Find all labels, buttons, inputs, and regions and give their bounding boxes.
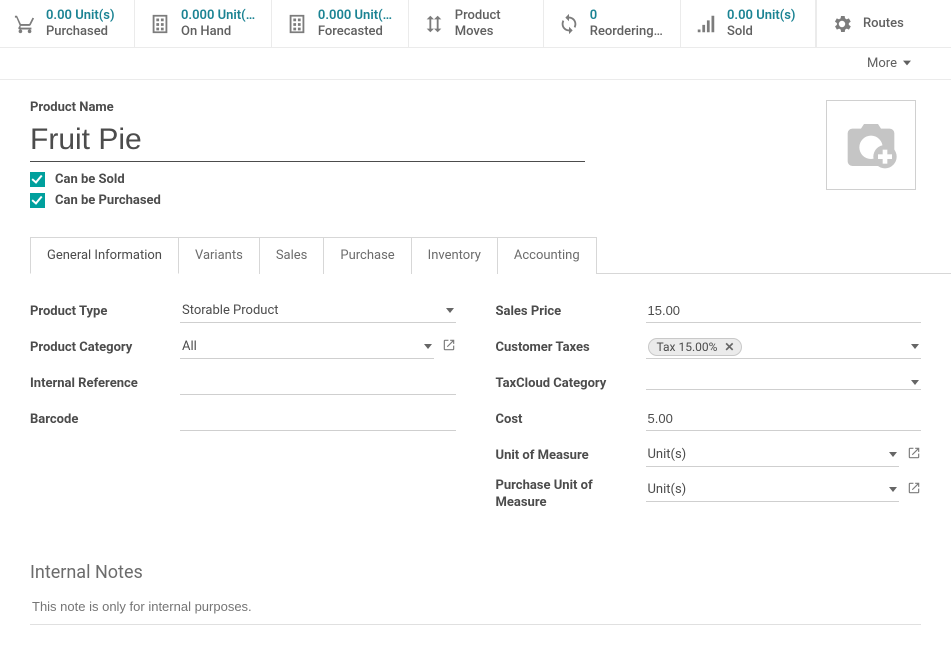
product-type-select[interactable]: Storable Product [180,299,456,323]
barcode-input[interactable] [180,407,456,431]
uom-external-link[interactable] [907,446,921,464]
signal-icon [695,13,717,35]
chevron-down-icon [446,308,454,313]
can-be-purchased-checkbox[interactable] [30,193,45,208]
camera-plus-icon [843,117,899,173]
uom-select[interactable]: Unit(s) [646,443,900,467]
stat-moves-label1: Product [455,8,501,24]
stat-reorder-label: Reordering … [590,24,666,40]
product-name-input[interactable] [30,117,585,162]
purchase-uom-select[interactable]: Unit(s) [646,478,900,502]
gears-icon [831,13,853,35]
chevron-down-icon [911,344,919,349]
cart-icon [14,13,36,35]
external-link-icon [907,446,921,460]
product-category-label: Product Category [30,340,180,355]
building-icon [286,13,308,35]
chevron-down-icon [424,344,432,349]
stat-sold-label: Sold [727,24,796,40]
stat-bar: 0.00 Unit(s) Purchased 0.000 Unit(s) On … [0,0,951,48]
product-type-label: Product Type [30,304,180,319]
product-category-external-link[interactable] [442,338,456,356]
internal-notes-title: Internal Notes [30,562,921,583]
taxcloud-category-label: TaxCloud Category [496,376,646,391]
stat-forecasted[interactable]: 0.000 Unit(s) Forecasted [272,0,409,47]
stat-on-hand[interactable]: 0.000 Unit(s) On Hand [135,0,272,47]
purchase-uom-label: Purchase Unit of Measure [496,478,646,512]
customer-tax-tag-label: Tax 15.00% [657,340,718,354]
product-sheet: Product Name Can be Sold Can be Purchase… [0,80,951,655]
purchase-uom-external-link[interactable] [907,481,921,499]
stat-reordering[interactable]: 0 Reordering … [544,0,681,47]
more-label: More [867,56,897,71]
general-information-form: Product Type Storable Product Product Ca… [30,298,921,522]
purchase-uom-value: Unit(s) [648,482,687,497]
tab-purchase[interactable]: Purchase [324,237,411,274]
product-category-select[interactable]: All [180,335,434,359]
stat-onhand-value: 0.000 Unit(s) [181,8,257,24]
stat-moves-label2: Moves [455,24,501,40]
chevron-down-icon [889,452,897,457]
tab-accounting[interactable]: Accounting [498,237,597,274]
stat-bar-more-row: More [0,48,951,80]
internal-reference-input[interactable] [180,371,456,395]
taxcloud-category-select[interactable] [646,376,922,390]
customer-taxes-label: Customer Taxes [496,340,646,355]
uom-label: Unit of Measure [496,448,646,463]
tab-sales[interactable]: Sales [260,237,325,274]
customer-taxes-select[interactable]: Tax 15.00% ✕ [646,336,922,359]
chevron-down-icon [911,380,919,385]
product-category-value: All [182,339,197,354]
internal-notes-input[interactable] [30,593,921,625]
can-be-sold-checkbox[interactable] [30,172,45,187]
stat-forecast-value: 0.000 Unit(s) [318,8,394,24]
refresh-icon [558,13,580,35]
form-col-right: Sales Price Customer Taxes Tax 15.00% ✕ [496,298,922,522]
cost-input[interactable] [646,407,922,431]
stat-sold-value: 0.00 Unit(s) [727,8,796,24]
stat-sold[interactable]: 0.00 Unit(s) Sold [681,0,816,47]
building-icon [149,13,171,35]
stat-purchased-value: 0.00 Unit(s) [46,8,115,24]
stat-reorder-value: 0 [590,8,666,24]
internal-reference-label: Internal Reference [30,376,180,391]
sales-price-input[interactable] [646,299,922,323]
stat-purchased[interactable]: 0.00 Unit(s) Purchased [0,0,135,47]
stat-product-moves[interactable]: Product Moves [409,0,544,47]
tab-general-information[interactable]: General Information [30,237,179,274]
barcode-label: Barcode [30,412,180,427]
customer-tax-tag[interactable]: Tax 15.00% ✕ [648,338,743,356]
tab-variants[interactable]: Variants [179,237,260,274]
sales-price-label: Sales Price [496,304,646,319]
chevron-down-icon [889,487,897,492]
stat-routes-label: Routes [863,16,904,32]
chevron-down-icon [903,56,911,71]
uom-value: Unit(s) [648,447,687,462]
external-link-icon [442,338,456,352]
can-be-purchased-label: Can be Purchased [55,193,161,208]
remove-tag-icon[interactable]: ✕ [721,340,737,354]
tab-inventory[interactable]: Inventory [412,237,498,274]
stat-onhand-label: On Hand [181,24,257,40]
form-col-left: Product Type Storable Product Product Ca… [30,298,456,522]
product-type-value: Storable Product [182,303,279,318]
arrows-vertical-icon [423,13,445,35]
stat-routes[interactable]: Routes [816,0,951,47]
product-tabs: General Information Variants Sales Purch… [30,236,951,274]
external-link-icon [907,481,921,495]
stat-purchased-label: Purchased [46,24,115,40]
more-button[interactable]: More [867,56,911,71]
cost-label: Cost [496,412,646,427]
product-image-upload[interactable] [826,100,916,190]
can-be-sold-label: Can be Sold [55,172,125,187]
stat-forecast-label: Forecasted [318,24,394,40]
product-name-label: Product Name [30,100,806,115]
